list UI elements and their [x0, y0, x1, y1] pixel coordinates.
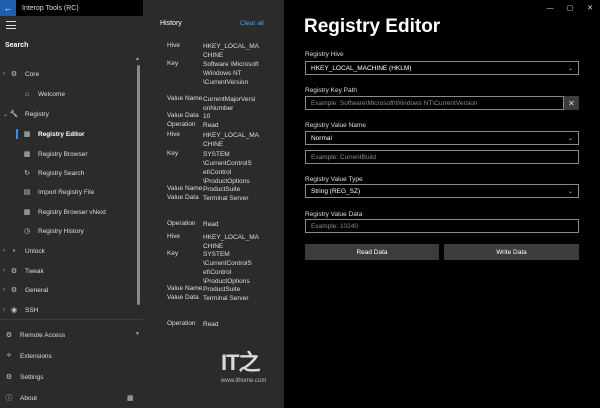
history-field: Hive HKEY_LOCAL_MA CHINE — [167, 233, 259, 250]
history-field: Key Software \Microsoft \Windows NT \Curr… — [167, 60, 259, 86]
sidebar: Search ▲ › ⚙ Core ⌂ Welcome ⌄ 🔧 Registry… — [0, 16, 143, 408]
value-name-mode-dropdown[interactable]: Normal ⌄ — [305, 131, 579, 145]
write-data-button[interactable]: Write Data — [444, 244, 579, 260]
history-field: Key SYSTEM \CurrentControlS et\Control \P… — [167, 150, 252, 185]
home-icon: ⌂ — [24, 90, 30, 98]
read-data-button[interactable]: Read Data — [305, 244, 439, 260]
history-field: Hive HKEY_LOCAL_MA CHINE — [167, 42, 259, 59]
title-bar: ← Interop Tools (RC) — ▢ ✕ — [0, 0, 600, 16]
sidebar-item-unlock[interactable]: › ⚬ Unlock — [0, 242, 136, 260]
value-data-input[interactable]: Example: 10240 — [305, 219, 579, 233]
wrench-icon: 🔧 — [9, 111, 19, 118]
grid-icon: ▦ — [23, 209, 31, 216]
hive-label: Registry Hive — [305, 51, 344, 58]
sidebar-item-core[interactable]: › ⚙ Core — [0, 65, 136, 83]
value-name-label: Registry Value Name — [305, 122, 366, 129]
chevron-down-icon: ⌄ — [567, 135, 573, 142]
sidebar-item-ssh[interactable]: › ◉ SSH — [0, 301, 136, 319]
sidebar-item-welcome[interactable]: ⌂ Welcome — [0, 85, 136, 103]
history-field: Key SYSTEM \CurrentControlS et\Control \P… — [167, 250, 252, 285]
history-title: History — [160, 20, 182, 27]
info-icon: ⓘ — [5, 395, 13, 402]
history-field: Value Name ProductSuite — [167, 285, 241, 293]
main-content: Registry Editor Registry Hive HKEY_LOCAL… — [284, 16, 600, 408]
history-field: Hive HKEY_LOCAL_MA CHINE — [167, 131, 259, 148]
history-field: Value Name CurrentMajorVersi onNumber — [167, 95, 256, 112]
document-icon: ▤ — [23, 189, 31, 196]
history-field: Value Data Terminal Server — [167, 194, 249, 202]
unlock-icon: ⚬ — [11, 248, 17, 255]
history-pane: History Clear all Hive HKEY_LOCAL_MA CHIN… — [143, 0, 284, 408]
gear-icon: ⚙ — [10, 268, 18, 275]
gear-icon: ⚙ — [10, 287, 18, 294]
globe-icon: ◉ — [10, 307, 18, 314]
history-field: Operation Read — [167, 121, 219, 129]
value-type-label: Registry Value Type — [305, 176, 363, 183]
sidebar-item-registry-browser[interactable]: ▦ Registry Browser — [0, 145, 136, 163]
history-field: Value Data Terminal Server — [167, 294, 249, 302]
value-name-input[interactable]: Example: CurrentBuild — [305, 150, 579, 164]
sidebar-item-tweak[interactable]: › ⚙ Tweak — [0, 262, 136, 280]
page-title: Registry Editor — [304, 16, 441, 37]
remote-icon: ⚙ — [5, 332, 13, 339]
refresh-icon: ↻ — [24, 170, 30, 177]
key-path-input[interactable]: Example: Software\Microsoft\Windows NT\C… — [305, 96, 564, 110]
watermark: IT之 www.ithome.com — [221, 345, 266, 384]
maximize-button[interactable]: ▢ — [560, 0, 580, 16]
editor-icon: ▦ — [23, 131, 31, 138]
hive-dropdown[interactable]: HKEY_LOCAL_MACHINE (HKLM) ⌄ — [305, 61, 579, 75]
sidebar-item-general[interactable]: › ⚙ General — [0, 281, 136, 299]
chevron-down-icon: ⌄ — [567, 188, 573, 195]
sidebar-item-registry-search[interactable]: ↻ Registry Search — [0, 164, 136, 182]
history-field: Value Data 10 — [167, 112, 211, 120]
sidebar-item-registry[interactable]: ⌄ 🔧 Registry — [0, 105, 136, 123]
gear-icon: ⚙ — [10, 71, 18, 78]
value-type-dropdown[interactable]: String (REG_SZ) ⌄ — [305, 184, 579, 198]
sidebar-item-registry-browser-vnext[interactable]: ▦ Registry Browser vNext — [0, 203, 136, 221]
back-arrow-icon[interactable]: ← — [0, 0, 16, 16]
close-button[interactable]: ✕ — [580, 0, 600, 16]
history-field: Operation Read — [167, 320, 219, 328]
search-label[interactable]: Search — [5, 42, 28, 49]
divider — [0, 319, 143, 320]
sidebar-item-extensions[interactable]: ⟡ Extensions — [0, 347, 136, 365]
value-data-label: Registry Value Data — [305, 211, 363, 218]
chevron-down-icon: ⌄ — [567, 65, 573, 72]
sidebar-item-settings[interactable]: ⚙ Settings — [0, 368, 136, 386]
watermark-logo: IT之 — [221, 350, 261, 375]
history-field: Operation Read — [167, 220, 219, 228]
history-field: Value Name ProductSuite — [167, 185, 241, 193]
gear-icon: ⚙ — [5, 374, 13, 381]
sidebar-item-about[interactable]: ⓘ About ▦ — [0, 389, 136, 407]
grid-icon: ▦ — [23, 151, 31, 158]
watermark-site: www.ithome.com — [221, 378, 267, 384]
sidebar-item-import-registry-file[interactable]: ▤ Import Registry File — [0, 183, 136, 201]
sidebar-item-remote-access[interactable]: ⚙ Remote Access — [0, 326, 136, 344]
clear-key-path-button[interactable]: ✕ — [564, 96, 579, 110]
history-icon: ◷ — [23, 228, 31, 235]
minimize-button[interactable]: — — [540, 0, 560, 16]
scroll-up-icon[interactable]: ▲ — [135, 56, 140, 62]
clear-all-link[interactable]: Clear all — [240, 20, 264, 27]
sidebar-item-registry-editor[interactable]: ▦ Registry Editor — [0, 125, 136, 143]
hamburger-menu-icon[interactable] — [6, 21, 16, 29]
extensions-icon: ⟡ — [6, 352, 12, 359]
sidebar-item-registry-history[interactable]: ◷ Registry History — [0, 222, 136, 240]
sidebar-scrollbar-thumb[interactable] — [137, 65, 140, 305]
key-path-label: Registry Key Path — [305, 87, 358, 94]
pin-icon[interactable]: ▦ — [127, 394, 134, 402]
